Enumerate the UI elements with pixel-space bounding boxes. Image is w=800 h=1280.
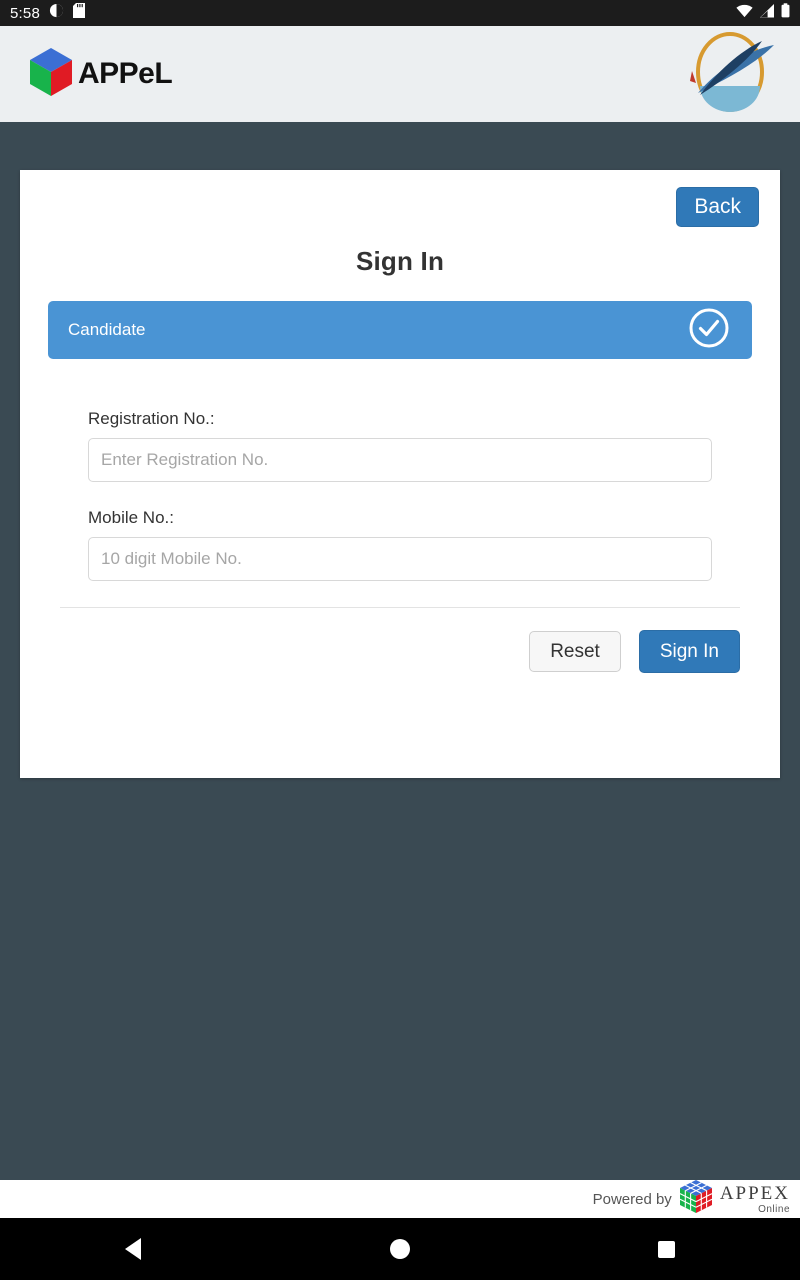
mobile-no-label: Mobile No.: [88, 508, 174, 527]
status-bar-right [736, 3, 790, 23]
do-not-disturb-icon [49, 3, 64, 23]
battery-icon [781, 3, 790, 23]
powered-by-label: Powered by [592, 1190, 672, 1208]
android-nav-bar [0, 1218, 800, 1280]
nav-recents-square-icon[interactable] [637, 1218, 697, 1280]
nav-back-triangle-icon[interactable] [103, 1218, 163, 1280]
sd-card-icon [73, 3, 85, 23]
field-mobile-no: Mobile No.: [88, 508, 712, 581]
field-registration-no: Registration No.: [88, 409, 712, 482]
wifi-icon [736, 4, 753, 23]
check-circle-icon [688, 307, 730, 354]
status-bar-clock: 5:58 [10, 4, 40, 22]
brand-name: APPeL [78, 57, 173, 90]
role-label: Candidate [68, 320, 146, 339]
rubiks-cube-icon [679, 1179, 713, 1220]
app-header: APPeL [0, 26, 800, 122]
signin-form: Registration No.: Mobile No.: [88, 409, 712, 581]
registration-no-label: Registration No.: [88, 409, 215, 428]
form-divider [60, 607, 740, 608]
footer-bar: Powered by APPEX Online [0, 1179, 800, 1220]
brand-logo[interactable]: APPeL [28, 46, 173, 103]
nav-home-circle-icon[interactable] [370, 1218, 430, 1280]
form-actions: Reset Sign In [20, 630, 740, 673]
appex-brand-sub: Online [758, 1203, 790, 1215]
signin-button[interactable]: Sign In [638, 630, 740, 673]
registration-no-input[interactable] [88, 438, 712, 482]
signin-card: Back Sign In Candidate Registration No.:… [20, 170, 780, 778]
card-top-bar: Back [20, 170, 780, 232]
reset-button[interactable]: Reset [529, 631, 621, 672]
cellular-signal-icon [759, 3, 775, 23]
page-title: Sign In [355, 246, 445, 276]
status-bar: 5:58 [0, 0, 800, 26]
status-bar-left: 5:58 [10, 3, 85, 23]
back-button[interactable]: Back [676, 187, 759, 227]
appex-brand-name: APPEX [719, 1182, 790, 1204]
role-selector-candidate[interactable]: Candidate [48, 301, 752, 359]
cube-logo-icon [28, 46, 74, 103]
quill-ellipse-logo-icon [682, 31, 778, 118]
appex-brand: APPEX Online [720, 1184, 790, 1215]
mobile-no-input[interactable] [88, 537, 712, 581]
app-screen: 5:58 APPeL Back Sign In Candidate Regist… [0, 0, 800, 1280]
